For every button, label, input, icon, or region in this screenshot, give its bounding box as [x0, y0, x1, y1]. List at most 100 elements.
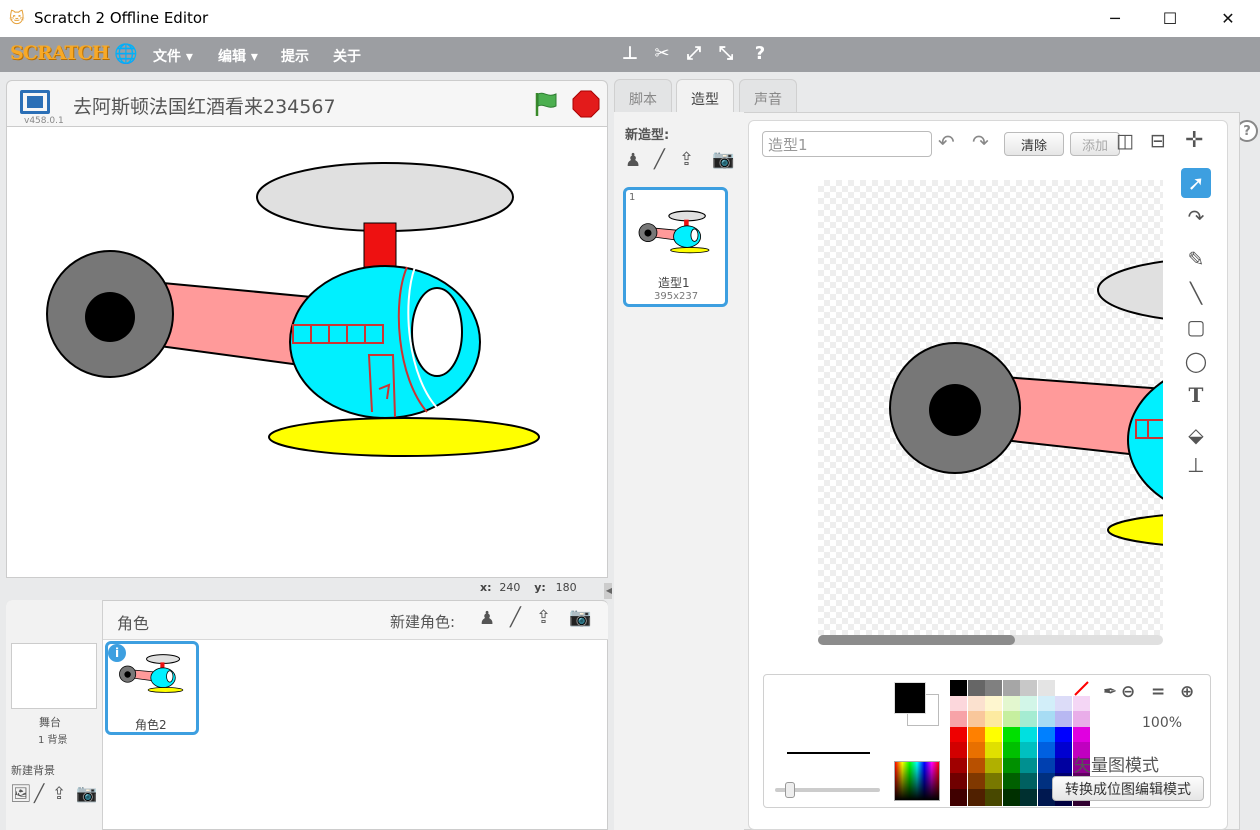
palette-swatch[interactable]: [1020, 726, 1037, 744]
sprite-camera-icon[interactable]: 📷: [569, 607, 591, 628]
reshape-tool-icon[interactable]: ↷: [1181, 202, 1211, 232]
text-tool-icon[interactable]: T: [1181, 380, 1211, 410]
palette-swatch[interactable]: [985, 742, 1002, 759]
palette-swatch[interactable]: [967, 695, 985, 713]
helicopter-sprite[interactable]: [7, 127, 607, 577]
stage-canvas[interactable]: [6, 126, 608, 578]
tab-scripts[interactable]: 脚本: [614, 79, 672, 113]
palette-swatch[interactable]: [985, 711, 1002, 728]
costume-library-icon[interactable]: ♟: [625, 150, 641, 171]
palette-swatch[interactable]: [1002, 680, 1020, 697]
palette-swatch[interactable]: [967, 726, 985, 744]
palette-swatch[interactable]: [950, 788, 967, 806]
stage-thumbnail[interactable]: [11, 643, 97, 709]
fullscreen-icon[interactable]: [20, 90, 50, 114]
palette-swatch[interactable]: [1002, 726, 1020, 744]
undo-icon[interactable]: ↶: [938, 130, 955, 154]
palette-swatch[interactable]: [985, 788, 1002, 806]
eyedropper-icon[interactable]: ✒: [1103, 682, 1117, 702]
palette-swatch[interactable]: [1055, 695, 1072, 713]
palette-swatch[interactable]: [1002, 757, 1020, 775]
palette-swatch[interactable]: [1037, 742, 1055, 759]
costume-paint-icon[interactable]: ╱: [654, 149, 665, 170]
palette-swatch[interactable]: [1002, 695, 1020, 713]
minimize-button[interactable]: ─: [1086, 0, 1144, 37]
pencil-tool-icon[interactable]: ✎: [1181, 244, 1211, 274]
clear-button[interactable]: 清除: [1004, 132, 1064, 156]
palette-swatch[interactable]: [950, 742, 967, 759]
fill-tool-icon[interactable]: ⬙: [1181, 420, 1211, 450]
palette-swatch[interactable]: [985, 680, 1002, 697]
backdrop-camera-icon[interactable]: 📷: [76, 784, 97, 804]
palette-swatch[interactable]: [1002, 711, 1020, 728]
canvas-scrollbar[interactable]: [818, 635, 1163, 645]
sprite-library-icon[interactable]: ♟: [479, 608, 495, 629]
palette-swatch[interactable]: [1055, 726, 1072, 744]
palette-swatch[interactable]: [1002, 773, 1020, 790]
palette-swatch[interactable]: [967, 757, 985, 775]
palette-swatch[interactable]: [967, 711, 985, 728]
sprite-upload-icon[interactable]: ⇪: [536, 607, 551, 628]
palette-swatch[interactable]: [967, 788, 985, 806]
palette-swatch[interactable]: [950, 695, 967, 713]
palette-swatch[interactable]: [1055, 742, 1072, 759]
close-button[interactable]: ✕: [1199, 0, 1257, 37]
palette-swatch[interactable]: [1072, 726, 1090, 744]
palette-swatch[interactable]: [1072, 711, 1090, 728]
backdrop-draw-icon[interactable]: ╱: [34, 784, 44, 804]
tab-costumes[interactable]: 造型: [676, 79, 734, 114]
palette-swatch[interactable]: [950, 726, 967, 744]
palette-swatch[interactable]: [967, 742, 985, 759]
maximize-button[interactable]: ☐: [1141, 0, 1199, 37]
menu-tips[interactable]: 提示: [281, 46, 309, 66]
stroke-width-slider[interactable]: [775, 782, 880, 798]
palette-swatch[interactable]: [1055, 680, 1072, 697]
palette-swatch[interactable]: [1072, 680, 1090, 697]
palette-swatch[interactable]: [985, 695, 1002, 713]
flip-horizontal-icon[interactable]: ◫: [1116, 130, 1134, 152]
language-globe-icon[interactable]: 🌐: [114, 42, 138, 65]
tab-sounds[interactable]: 声音: [739, 79, 797, 113]
menu-about[interactable]: 关于: [333, 46, 361, 66]
green-flag-icon[interactable]: [532, 90, 560, 118]
stop-sign-icon[interactable]: [572, 90, 600, 118]
shrink-icon[interactable]: ⤡: [714, 43, 738, 64]
palette-swatch[interactable]: [950, 757, 967, 775]
palette-swatch[interactable]: [985, 773, 1002, 790]
palette-swatch[interactable]: [950, 711, 967, 728]
zoom-reset-icon[interactable]: =: [1151, 682, 1165, 702]
palette-swatch[interactable]: [1020, 680, 1037, 697]
line-tool-icon[interactable]: ╲: [1181, 278, 1211, 308]
menu-file[interactable]: 文件 ▾: [153, 46, 193, 66]
palette-swatch[interactable]: [1020, 773, 1037, 790]
palette-swatch[interactable]: [950, 773, 967, 790]
palette-swatch[interactable]: [1037, 711, 1055, 728]
palette-swatch[interactable]: [1002, 742, 1020, 759]
backdrop-paint-icon[interactable]: 🖼: [10, 784, 32, 804]
delete-scissors-icon[interactable]: ✂: [650, 43, 674, 64]
palette-swatch[interactable]: [1072, 695, 1090, 713]
palette-swatch[interactable]: [1037, 695, 1055, 713]
palette-swatch[interactable]: [1020, 742, 1037, 759]
help-icon[interactable]: ?: [748, 43, 772, 64]
sprite-thumbnail[interactable]: i 角色2: [105, 641, 199, 735]
backdrop-upload-icon[interactable]: ⇪: [52, 784, 66, 804]
costume-thumbnail[interactable]: 1 造型1 395x237: [623, 187, 728, 307]
color-picker-spectrum[interactable]: [894, 761, 940, 801]
menu-edit[interactable]: 编辑 ▾: [218, 46, 258, 66]
palette-swatch[interactable]: [1037, 680, 1055, 697]
flip-vertical-icon[interactable]: ⊟: [1150, 130, 1166, 152]
zoom-in-icon[interactable]: ⊕: [1180, 682, 1194, 702]
palette-swatch[interactable]: [985, 757, 1002, 775]
palette-swatch[interactable]: [1037, 757, 1055, 775]
redo-icon[interactable]: ↷: [972, 130, 989, 154]
palette-swatch[interactable]: [967, 773, 985, 790]
palette-swatch[interactable]: [967, 680, 985, 697]
primary-color-swatch[interactable]: [894, 682, 926, 714]
add-button[interactable]: 添加: [1070, 132, 1120, 156]
select-tool-icon[interactable]: ➚: [1181, 168, 1211, 198]
rectangle-tool-icon[interactable]: ▢: [1181, 312, 1211, 342]
ellipse-tool-icon[interactable]: ◯: [1181, 346, 1211, 376]
sprite-paint-icon[interactable]: ╱: [510, 607, 521, 628]
zoom-out-icon[interactable]: ⊖: [1121, 682, 1135, 702]
